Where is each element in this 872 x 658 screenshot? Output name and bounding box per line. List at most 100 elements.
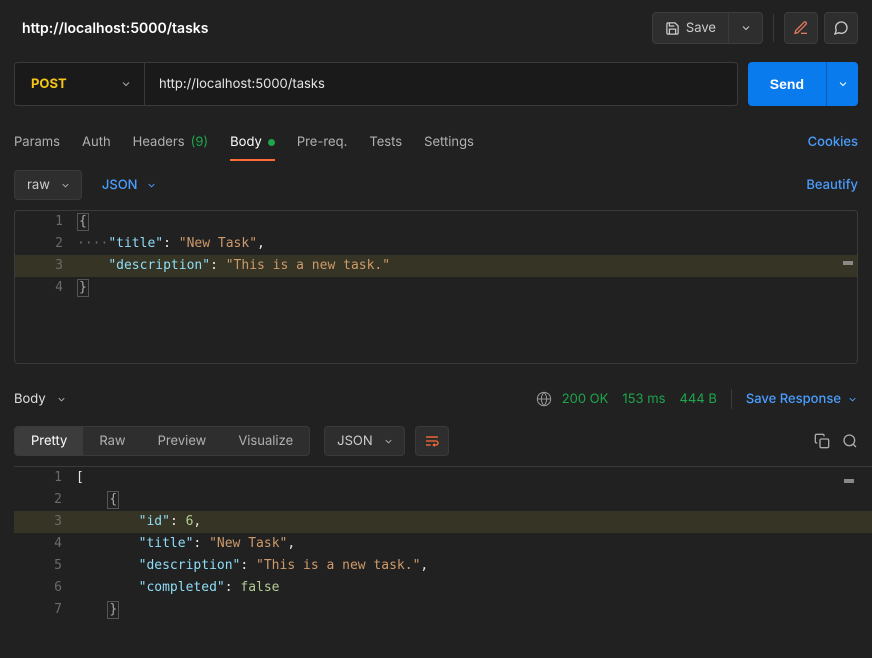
colon: : <box>225 580 241 595</box>
response-section-label: Body <box>14 391 46 407</box>
wrap-lines-button[interactable] <box>415 426 449 456</box>
json-key: "title" <box>139 536 194 551</box>
request-url-bar: POST http://localhost:5000/tasks <box>14 62 738 106</box>
line-number: 4 <box>14 533 76 555</box>
request-tab-title: http://localhost:5000/tasks <box>22 20 208 37</box>
response-size: 444 B <box>680 391 717 407</box>
colon: : <box>240 558 256 573</box>
json-string: "This is a new task." <box>226 258 390 273</box>
json-boolean: false <box>240 580 279 595</box>
line-number: 2 <box>15 233 77 255</box>
tab-headers[interactable]: Headers (9) <box>133 124 209 160</box>
response-view-segmented: Pretty Raw Preview Visualize <box>14 426 310 456</box>
comma: , <box>257 236 265 251</box>
chevron-down-icon <box>56 394 67 405</box>
header-separator <box>773 14 774 42</box>
indent <box>76 602 107 617</box>
line-number: 5 <box>14 555 76 577</box>
response-view-visualize[interactable]: Visualize <box>222 427 309 455</box>
json-key: "description" <box>139 558 241 573</box>
json-key: "completed" <box>139 580 225 595</box>
save-button[interactable]: Save <box>652 12 729 44</box>
beautify-link[interactable]: Beautify <box>806 177 858 193</box>
colon: : <box>163 236 179 251</box>
edit-button[interactable] <box>784 12 818 44</box>
save-response-button[interactable]: Save Response <box>746 391 858 407</box>
request-body-editor[interactable]: 1 { 2 ····"title": "New Task", 3 "descri… <box>14 210 858 364</box>
indent <box>76 536 139 551</box>
response-language-value: JSON <box>337 433 373 449</box>
response-view-raw[interactable]: Raw <box>83 427 141 455</box>
tab-tests[interactable]: Tests <box>369 124 402 160</box>
json-key: "title" <box>108 236 163 251</box>
chevron-down-icon <box>60 180 71 191</box>
indent <box>77 258 108 273</box>
chevron-down-icon <box>847 394 858 405</box>
save-dropdown-button[interactable] <box>729 12 763 44</box>
comma: , <box>420 558 428 573</box>
copy-response-button[interactable] <box>814 433 830 449</box>
tab-prerequest[interactable]: Pre-req. <box>297 124 348 160</box>
line-number: 3 <box>14 511 76 533</box>
tab-auth[interactable]: Auth <box>82 124 111 160</box>
response-time: 153 ms <box>622 391 665 407</box>
tab-headers-label: Headers <box>133 134 185 150</box>
indent <box>76 492 107 507</box>
indent <box>76 558 139 573</box>
http-method-select[interactable]: POST <box>15 63 145 105</box>
separator <box>731 389 732 409</box>
tab-params[interactable]: Params <box>14 124 60 160</box>
tab-body[interactable]: Body <box>230 124 275 160</box>
body-modified-dot <box>268 139 275 146</box>
save-response-label: Save Response <box>746 391 841 407</box>
json-string: "This is a new task." <box>256 558 420 573</box>
send-button[interactable]: Send <box>748 62 826 106</box>
send-label: Send <box>770 76 804 92</box>
http-method-value: POST <box>31 76 67 92</box>
headers-count: (9) <box>191 134 209 150</box>
cookies-link[interactable]: Cookies <box>808 134 858 150</box>
response-section-select[interactable]: Body <box>14 391 67 407</box>
close-brace: } <box>107 601 119 619</box>
colon: : <box>170 514 186 529</box>
wrap-icon <box>424 433 440 449</box>
indent <box>76 580 139 595</box>
comma: , <box>193 514 201 529</box>
save-label: Save <box>686 20 716 36</box>
indent <box>76 514 139 529</box>
open-brace: { <box>107 491 119 509</box>
scrollbar-marker <box>843 261 853 265</box>
body-mode-value: raw <box>27 177 50 193</box>
network-icon[interactable] <box>536 391 552 407</box>
line-number: 6 <box>14 577 76 599</box>
chevron-down-icon <box>146 180 157 191</box>
line-number: 3 <box>15 255 77 277</box>
chevron-down-icon <box>740 22 752 34</box>
open-brace: { <box>77 213 89 231</box>
line-number: 1 <box>15 211 77 233</box>
response-body-editor[interactable]: 1 [ 2 { 3 "id": 6, 4 "title": "New Task"… <box>14 466 872 624</box>
body-mode-select[interactable]: raw <box>14 170 82 200</box>
open-bracket: [ <box>76 470 84 485</box>
tab-settings[interactable]: Settings <box>424 124 474 160</box>
tab-body-label: Body <box>230 134 262 150</box>
close-brace: } <box>77 279 89 297</box>
url-input[interactable]: http://localhost:5000/tasks <box>145 63 737 105</box>
chevron-down-icon <box>837 78 849 90</box>
json-key: "id" <box>139 514 170 529</box>
comment-button[interactable] <box>824 12 858 44</box>
response-language-select[interactable]: JSON <box>324 426 405 456</box>
body-language-select[interactable]: JSON <box>102 177 157 193</box>
indent-dots: ···· <box>77 236 108 251</box>
send-dropdown-button[interactable] <box>826 62 858 106</box>
colon: : <box>210 258 226 273</box>
line-number: 2 <box>14 489 76 511</box>
search-response-button[interactable] <box>842 433 858 449</box>
response-view-preview[interactable]: Preview <box>142 427 223 455</box>
json-string: "New Task" <box>179 236 257 251</box>
body-language-value: JSON <box>102 177 138 193</box>
json-string: "New Task" <box>209 536 287 551</box>
json-key: "description" <box>108 258 210 273</box>
chevron-down-icon <box>120 78 132 90</box>
response-view-pretty[interactable]: Pretty <box>15 427 83 455</box>
